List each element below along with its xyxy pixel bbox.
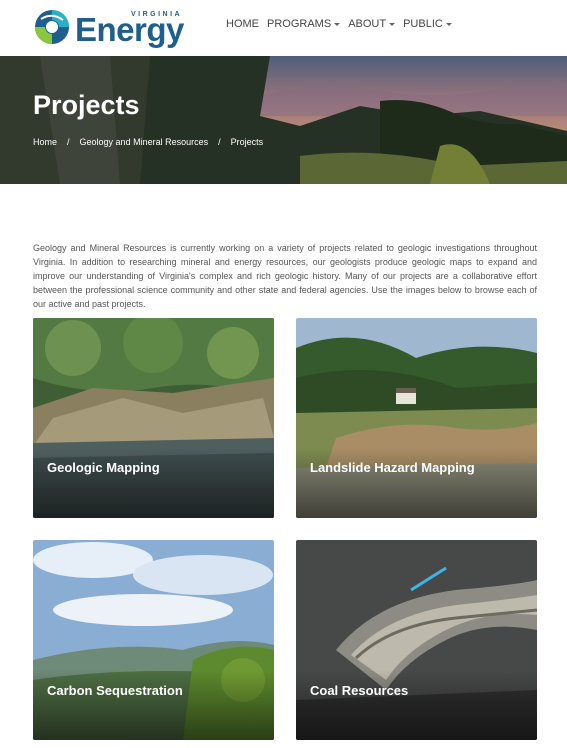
card-landslide-hazard-mapping[interactable]: Landslide Hazard Mapping [296,318,537,518]
nav-about[interactable]: ABOUT [348,18,396,30]
hero-banner: Projects Home / Geology and Mineral Reso… [0,56,567,184]
breadcrumb-geology[interactable]: Geology and Mineral Resources [80,137,209,147]
nav-about-label: ABOUT [348,18,387,30]
card-overlay [33,448,274,518]
breadcrumb-separator: / [218,137,221,147]
main-nav: HOME PROGRAMS ABOUT PUBLIC [226,18,452,30]
breadcrumb: Home / Geology and Mineral Resources / P… [33,137,263,147]
site-header: VIRGINIA Energy HOME PROGRAMS ABOUT PUBL… [0,0,567,56]
card-overlay [296,670,537,740]
chevron-down-icon [445,22,452,26]
card-geologic-mapping[interactable]: Geologic Mapping [33,318,274,518]
intro-paragraph: Geology and Mineral Resources is current… [33,243,537,309]
card-label: Carbon Sequestration [47,683,183,698]
nav-home[interactable]: HOME [226,18,259,30]
nav-public[interactable]: PUBLIC [403,18,452,30]
logo-mark-icon [33,8,71,46]
logo-big-text: Energy [75,11,184,48]
breadcrumb-home[interactable]: Home [33,137,57,147]
card-label: Coal Resources [310,683,409,698]
page-title: Projects [33,90,140,120]
breadcrumb-current: Projects [230,137,264,147]
card-label: Geologic Mapping [47,460,160,475]
virginia-energy-logo[interactable]: VIRGINIA Energy [33,7,184,48]
card-carbon-sequestration[interactable]: Carbon Sequestration [33,540,274,740]
nav-programs[interactable]: PROGRAMS [267,18,341,30]
card-label: Landslide Hazard Mapping [310,460,475,475]
card-coal-resources[interactable]: Coal Resources [296,540,537,740]
card-overlay [33,670,274,740]
nav-home-label: HOME [226,18,259,30]
chevron-down-icon [389,22,396,26]
chevron-down-icon [334,22,341,26]
breadcrumb-separator: / [67,137,70,147]
nav-public-label: PUBLIC [403,18,443,30]
nav-programs-label: PROGRAMS [267,18,332,30]
card-overlay [296,448,537,518]
